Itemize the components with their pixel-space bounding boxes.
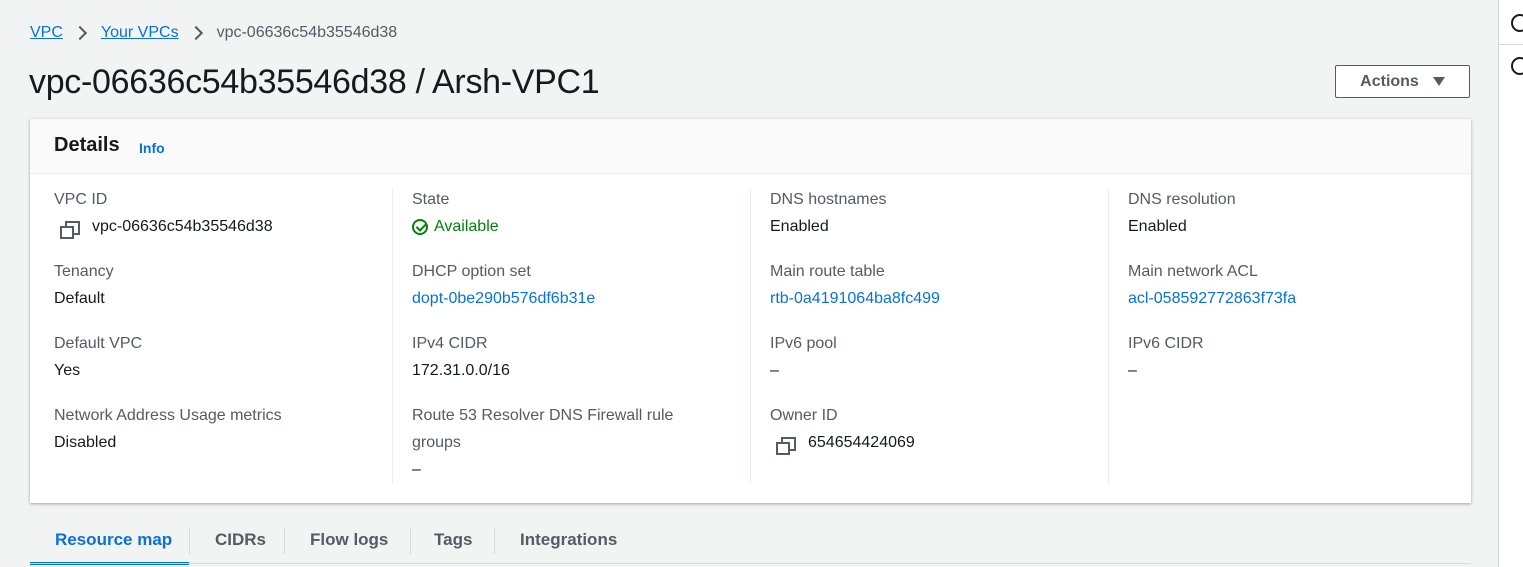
details-column-1: VPC ID vpc-06636c54b35546d38 Tenancy Def… [54,174,389,484]
field-label-dns-hostnames: DNS hostnames [770,191,887,208]
status-text: Available [434,218,499,235]
field-label-state: State [412,191,450,208]
tab-divider [494,527,495,554]
column-divider [1108,189,1109,484]
field-value-dns-hostnames: Enabled [770,218,829,235]
details-column-3: DNS hostnames Enabled Main route table r… [770,174,1105,484]
tab-tags[interactable]: Tags [434,530,472,550]
field-value-nau-metrics: Disabled [54,434,117,451]
tab-integrations[interactable]: Integrations [520,530,617,550]
field-label-dhcp: DHCP option set [412,263,531,280]
field-value-ipv4-cidr: 172.31.0.0/16 [412,362,510,379]
field-label-main-route-table: Main route table [770,263,885,280]
field-value-ipv6-cidr: – [1128,362,1137,379]
field-value-route53-firewall: – [412,461,421,478]
field-value-vpc-id: vpc-06636c54b35546d38 [92,218,273,235]
tab-divider [284,527,285,554]
actions-button-label: Actions [1360,72,1419,90]
main-content: VPC Your VPCs vpc-06636c54b35546d38 vpc-… [0,0,1498,567]
column-divider [750,189,751,484]
field-label-ipv6-cidr: IPv6 CIDR [1128,335,1204,352]
field-value-owner-id: 654654424069 [808,434,915,451]
details-title: Details [54,134,120,156]
breadcrumb-your-vpcs[interactable]: Your VPCs [101,24,179,42]
field-label-route53-firewall-line2: groups [412,434,461,451]
field-label-tenancy: Tenancy [54,263,114,280]
right-utility-rail [1498,0,1523,567]
field-value-ipv6-pool: – [770,362,779,379]
settings-icon[interactable] [1511,57,1523,75]
check-circle-icon [412,219,428,235]
details-panel: Details Info VPC ID vpc-06636c54b35546d3… [30,119,1471,503]
rail-divider [1499,44,1523,45]
tab-cidrs[interactable]: CIDRs [215,530,266,550]
details-column-2: State Available DHCP option set dopt-0be… [412,174,747,484]
field-label-ipv4-cidr: IPv4 CIDR [412,335,488,352]
field-label-route53-firewall: Route 53 Resolver DNS Firewall rule [412,407,674,424]
breadcrumb-current: vpc-06636c54b35546d38 [216,24,398,41]
tab-bar-underline [30,563,1471,564]
field-value-default-vpc: Yes [54,362,81,379]
actions-button[interactable]: Actions [1335,65,1470,98]
chevron-right-icon [188,25,203,41]
field-label-dns-resolution: DNS resolution [1128,191,1236,208]
breadcrumb-vpc[interactable]: VPC [30,24,63,42]
field-label-owner-id: Owner ID [770,407,838,424]
dhcp-option-set-link[interactable]: dopt-0be290b576df6b31e [412,290,595,308]
breadcrumb: VPC Your VPCs vpc-06636c54b35546d38 [30,22,397,44]
tab-divider [410,527,411,554]
details-column-4: DNS resolution Enabled Main network ACL … [1128,174,1463,484]
tab-divider [189,527,190,554]
copy-icon[interactable] [60,221,80,239]
status-badge: Available [412,218,499,236]
field-label-main-network-acl: Main network ACL [1128,263,1258,280]
main-network-acl-link[interactable]: acl-058592772863f73fa [1128,290,1296,308]
chevron-right-icon [72,25,87,41]
caret-down-icon [1432,77,1445,86]
details-panel-header: Details Info [30,119,1471,174]
field-value-dns-resolution: Enabled [1128,218,1187,235]
tab-bar: Resource map CIDRs Flow logs Tags Integr… [30,522,1471,567]
field-label-nau-metrics: Network Address Usage metrics [54,407,282,424]
info-link[interactable]: Info [139,140,165,156]
tab-resource-map[interactable]: Resource map [55,530,172,550]
field-label-default-vpc: Default VPC [54,335,143,352]
column-divider [392,189,393,484]
field-value-tenancy: Default [54,290,105,307]
copy-icon[interactable] [776,437,796,455]
tab-flow-logs[interactable]: Flow logs [310,530,388,550]
field-label-vpc-id: VPC ID [54,191,108,208]
info-circle-icon[interactable] [1511,14,1523,32]
main-route-table-link[interactable]: rtb-0a4191064ba8fc499 [770,290,940,308]
field-label-ipv6-pool: IPv6 pool [770,335,837,352]
page-title: vpc-06636c54b35546d38 / Arsh-VPC1 [29,63,600,101]
